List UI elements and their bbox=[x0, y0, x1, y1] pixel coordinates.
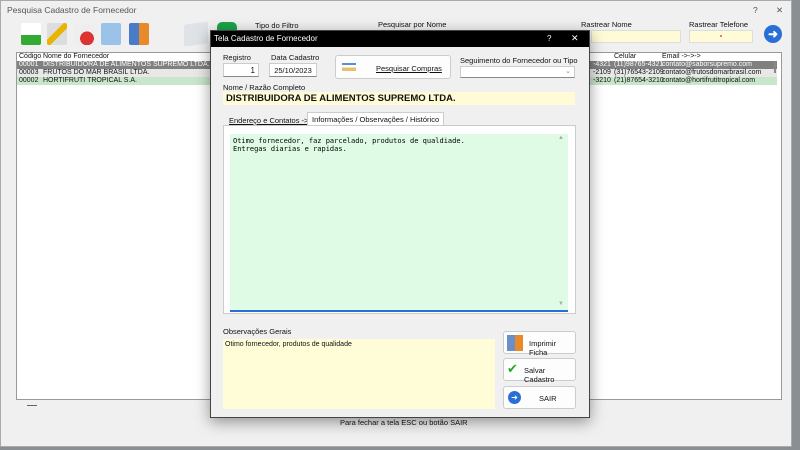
dialog-titlebar: Tela Cadastro de Fornecedor bbox=[211, 31, 589, 47]
cell-name: DISTRIBUIDORA DE ALIMENTOS SUPREMO LTDA. bbox=[43, 61, 210, 68]
check-icon: ✔ bbox=[507, 361, 518, 376]
email-icon[interactable] bbox=[184, 21, 208, 47]
salvar-cadastro-button[interactable]: ✔ Salvar Cadastro bbox=[503, 358, 576, 384]
tab-endereco[interactable]: Endereço e Contatos -> bbox=[229, 116, 308, 125]
obs-label: Observações Gerais bbox=[223, 327, 292, 336]
cell-code: 00002 bbox=[19, 77, 39, 84]
imprimir-ficha-button[interactable]: Imprimir Ficha bbox=[503, 331, 576, 357]
registro-label: Registro bbox=[223, 53, 251, 62]
imprimir-label: Imprimir Ficha bbox=[529, 339, 557, 357]
segmento-select[interactable]: ⌄ bbox=[460, 66, 575, 78]
obs-textarea[interactable]: Otimo fornecedor, produtos de qualidade bbox=[223, 339, 495, 409]
scroll-up-icon[interactable]: ▲ bbox=[558, 135, 564, 141]
salvar-label: Salvar Cadastro bbox=[524, 366, 555, 384]
dash bbox=[27, 405, 37, 406]
cell-code: 00003 bbox=[19, 69, 39, 76]
header-name: Nome do Fornecedor bbox=[43, 53, 110, 60]
arrow-right-icon[interactable]: ➜ bbox=[764, 25, 782, 43]
window-title: Pesquisa Cadastro de Fornecedor bbox=[7, 5, 137, 15]
table-icon bbox=[342, 63, 356, 71]
dialog-close-button[interactable]: ✕ bbox=[571, 33, 579, 44]
info-textarea[interactable] bbox=[230, 134, 568, 312]
supplier-dialog: Tela Cadastro de Fornecedor ? ✕ Registro… bbox=[210, 30, 590, 418]
dialog-title: Tela Cadastro de Fornecedor bbox=[214, 34, 318, 43]
nome-label: Nome / Razão Completo bbox=[223, 83, 306, 92]
cell-email: contato@frutosdomarbrasil.com bbox=[662, 69, 762, 76]
cell-email: contato@hortifrutitropical.com bbox=[662, 77, 756, 84]
cell-cel: (21)87654-3210 bbox=[614, 77, 664, 84]
cell-phone: -2109 bbox=[593, 69, 611, 76]
report-icon[interactable] bbox=[129, 23, 149, 45]
filter-type-label: Tipo do Filtro bbox=[255, 21, 299, 30]
help-button[interactable]: ? bbox=[753, 5, 758, 15]
close-button[interactable]: ✕ bbox=[776, 5, 783, 16]
search-name-label: Pesquisar por Nome bbox=[378, 20, 447, 29]
header-code: Código bbox=[19, 53, 42, 60]
segmento-label: Seguimento do Fornecedor ou Tipo bbox=[460, 56, 578, 65]
track-name-input[interactable] bbox=[591, 30, 681, 43]
print-icon bbox=[507, 335, 523, 351]
chevron-down-icon: ⌄ bbox=[565, 68, 571, 75]
sair-label: SAIR bbox=[539, 394, 557, 403]
track-name-label: Rastrear Nome bbox=[581, 20, 632, 29]
footer-hint: Para fechar a tela ESC ou botão SAIR bbox=[340, 418, 468, 427]
cell-code: 00001 bbox=[19, 61, 39, 68]
scroll-down-icon[interactable]: ▼ bbox=[558, 301, 564, 307]
cell-name: HORTIFRUTI TROPICAL S.A. bbox=[43, 77, 137, 84]
header-cel: Celular bbox=[614, 53, 637, 60]
cell-phone: -3210 bbox=[593, 77, 611, 84]
dialog-help-button[interactable]: ? bbox=[547, 34, 551, 43]
edit-icon[interactable] bbox=[47, 23, 67, 45]
pesquisar-compras-label: Pesquisar Compras bbox=[376, 64, 442, 73]
add-icon[interactable] bbox=[21, 23, 41, 45]
data-cadastro-label: Data Cadastro bbox=[271, 53, 320, 62]
cell-cel: (31)76543-2109 bbox=[614, 69, 664, 76]
tab-informacoes[interactable]: Informações / Observações / Histórico bbox=[307, 112, 445, 126]
track-phone-input[interactable]: - bbox=[689, 30, 753, 43]
cell-phone: -4321 bbox=[593, 61, 611, 68]
delete-icon[interactable] bbox=[75, 23, 95, 45]
data-cadastro-input[interactable]: 25/10/2023 bbox=[269, 63, 317, 77]
sair-button[interactable]: ➜ SAIR bbox=[503, 386, 576, 409]
pesquisar-compras-button[interactable]: Pesquisar Compras bbox=[335, 55, 451, 79]
print-icon[interactable] bbox=[101, 23, 121, 45]
scrollbar[interactable] bbox=[774, 61, 776, 73]
nome-input[interactable]: DISTRIBUIDORA DE ALIMENTOS SUPREMO LTDA. bbox=[223, 92, 575, 105]
track-phone-label: Rastrear Telefone bbox=[689, 20, 749, 29]
cell-email: contato@saborsupremo.com bbox=[662, 61, 752, 68]
cell-cel: (11)98765-4321 bbox=[614, 61, 664, 68]
cell-name: FRUTOS DO MAR BRASIL LTDA. bbox=[43, 69, 150, 76]
registro-input[interactable]: 1 bbox=[223, 63, 259, 77]
header-email: Email ->->-> bbox=[662, 53, 701, 60]
arrow-right-icon: ➜ bbox=[508, 391, 521, 404]
